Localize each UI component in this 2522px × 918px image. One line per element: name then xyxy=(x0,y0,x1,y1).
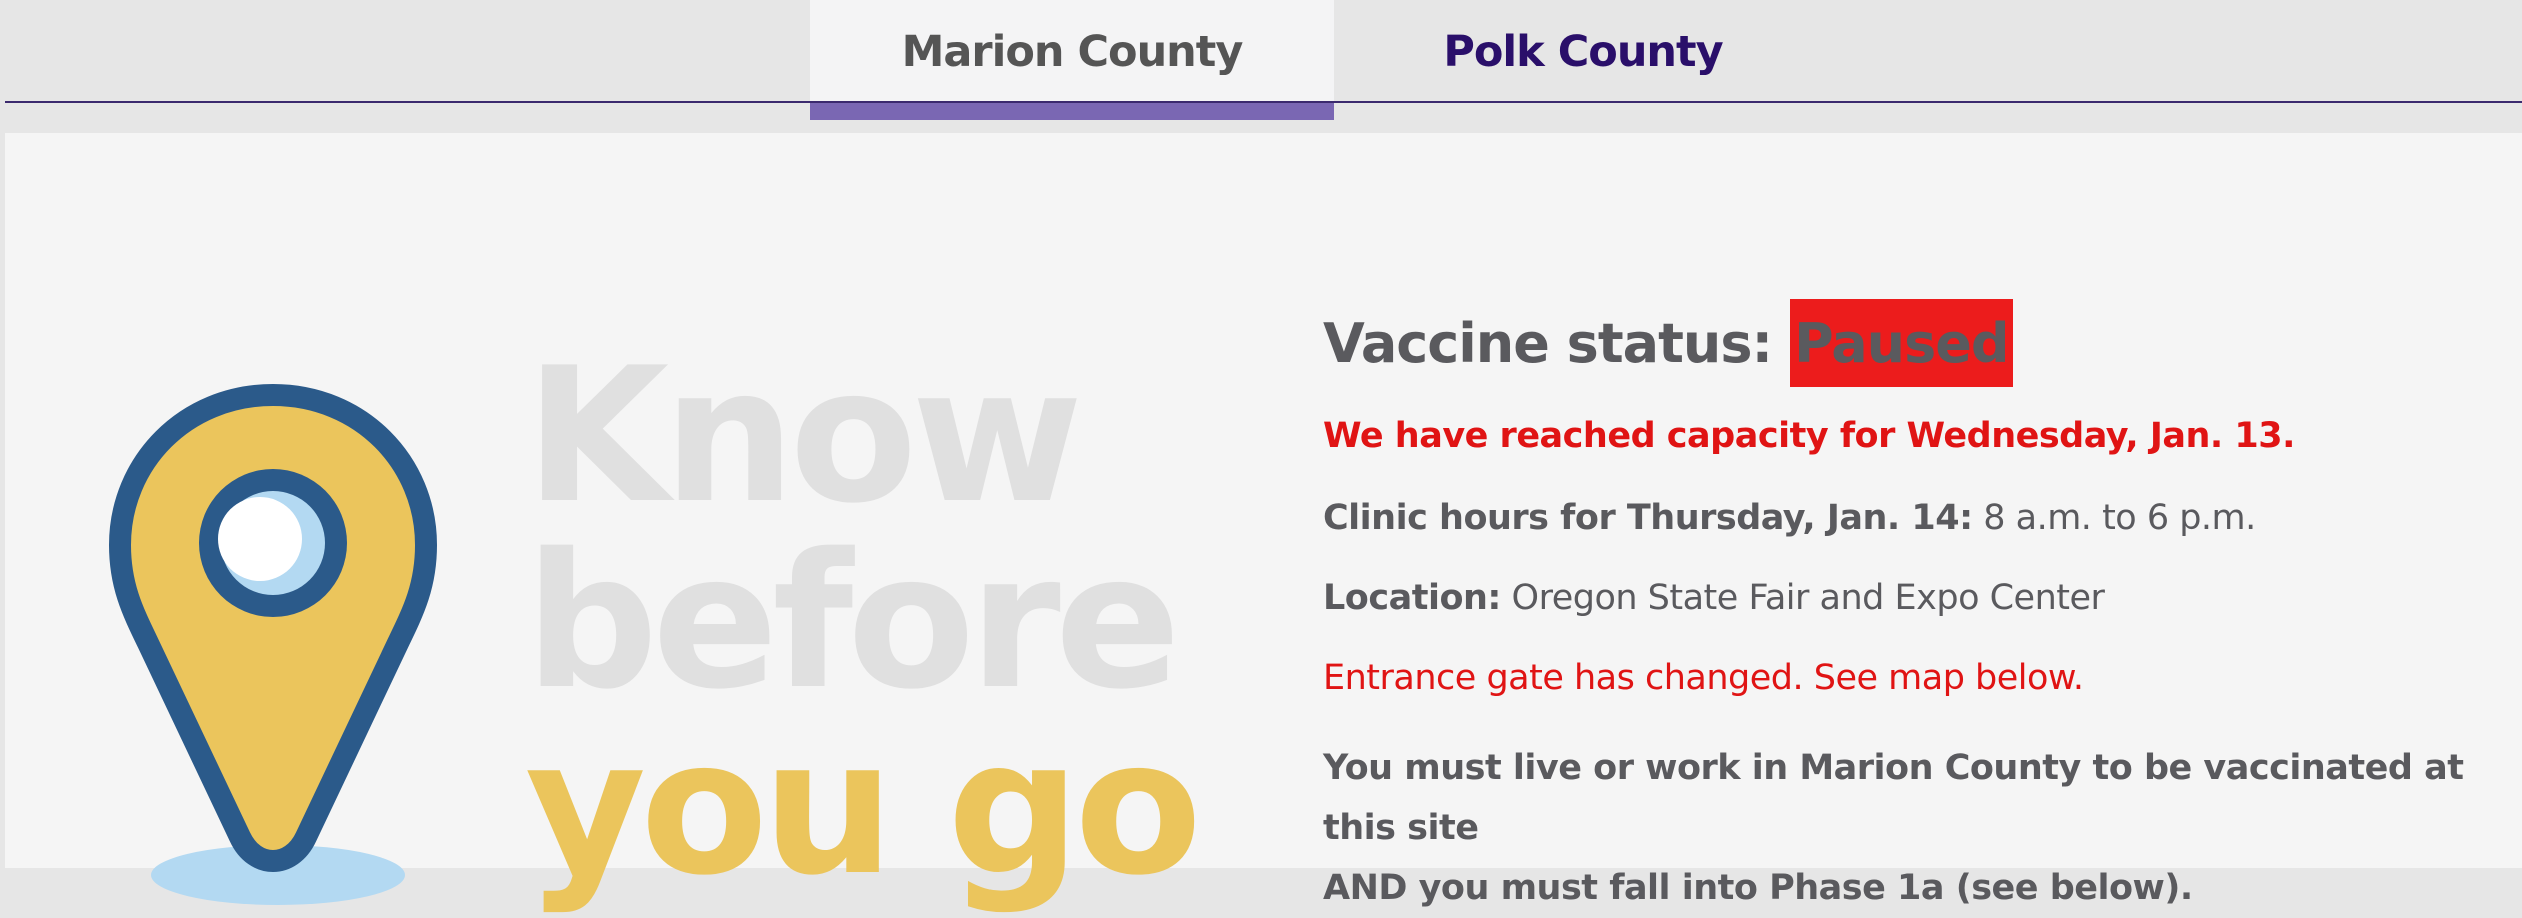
tab-polk-county[interactable]: Polk County xyxy=(1334,0,1832,104)
eligibility-line-2: AND you must fall into Phase 1a (see bel… xyxy=(1323,868,2193,908)
capacity-notice: We have reached capacity for Wednesday, … xyxy=(1323,416,2295,456)
active-tab-indicator xyxy=(810,103,1334,120)
clinic-hours: Clinic hours for Thursday, Jan. 14: 8 a.… xyxy=(1323,498,2256,538)
vaccine-info: Vaccine status: Paused We have reached c… xyxy=(1323,298,2513,908)
know-before-you-go-graphic: Know before you go xyxy=(525,343,1265,901)
graphic-line-know: Know xyxy=(525,327,1083,544)
location-pin-icon xyxy=(109,384,437,905)
graphic-line-before: before xyxy=(525,513,1181,730)
location: Location: Oregon State Fair and Expo Cen… xyxy=(1323,578,2105,618)
eligibility-notice: You must live or work in Marion County t… xyxy=(1323,738,2513,918)
location-label: Location: xyxy=(1323,578,1501,618)
clinic-hours-value: 8 a.m. to 6 p.m. xyxy=(1972,498,2256,538)
graphic-line-you-go: you go xyxy=(525,699,1202,916)
eligibility-line-1: You must live or work in Marion County t… xyxy=(1323,748,2464,848)
tab-marion-county[interactable]: Marion County xyxy=(810,0,1334,104)
location-value: Oregon State Fair and Expo Center xyxy=(1500,578,2105,618)
status-badge: Paused xyxy=(1790,299,2013,387)
gate-notice: Entrance gate has changed. See map below… xyxy=(1323,658,2084,698)
status-label: Vaccine status: xyxy=(1323,311,1773,375)
clinic-hours-label: Clinic hours for Thursday, Jan. 14: xyxy=(1323,498,1973,538)
vaccine-status: Vaccine status: Paused xyxy=(1323,298,2513,388)
county-tabs: Marion County Polk County xyxy=(0,0,2522,120)
